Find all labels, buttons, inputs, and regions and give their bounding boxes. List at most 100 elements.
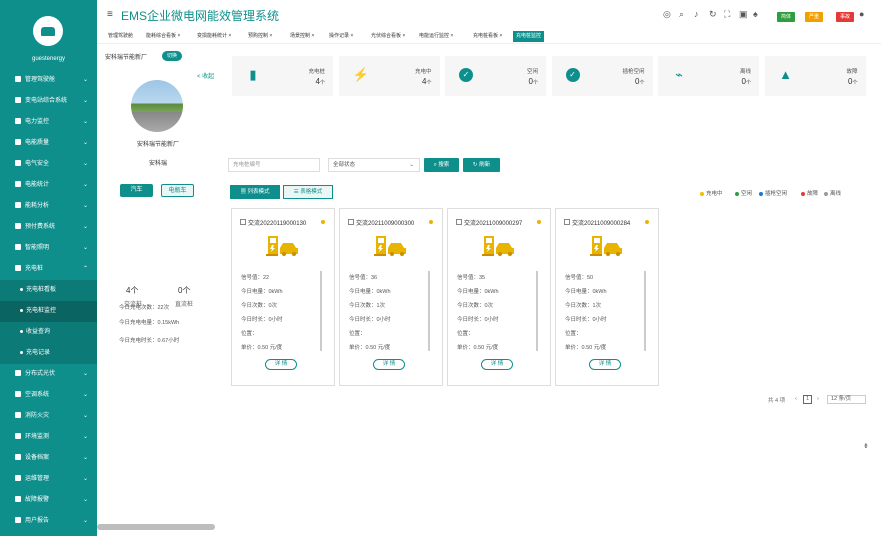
- menu-toggle-icon[interactable]: ≡: [107, 9, 113, 20]
- page-size-select[interactable]: 12 条/页: [827, 395, 866, 404]
- list-mode-button[interactable]: ▦ 列表模式: [230, 185, 280, 199]
- tab-3[interactable]: 预购控制 ×: [245, 31, 275, 42]
- alarm-icon: [15, 496, 21, 503]
- tab-4[interactable]: 场景控制 ×: [287, 31, 317, 42]
- sidebar-item-6[interactable]: 能耗分析 ⌄: [0, 196, 97, 217]
- pile-pos: 位置：: [241, 331, 258, 337]
- search-icon[interactable]: ⌕: [679, 9, 684, 20]
- table-mode-button[interactable]: ☰ 表格模式: [283, 185, 333, 199]
- badge-simplified[interactable]: 简体: [777, 12, 796, 22]
- analysis-icon: [15, 202, 21, 209]
- sidebar-item-4[interactable]: 电气安全 ⌄: [0, 154, 97, 175]
- sidebar-subitem-3[interactable]: 充电记录: [0, 343, 97, 364]
- tab-6[interactable]: 光伏综合看板 ×: [368, 31, 408, 42]
- sidebar-item2-2[interactable]: 消防火灾 ⌄: [0, 406, 97, 427]
- chevron-icon: ⌄: [82, 119, 88, 125]
- sidebar-item2-4[interactable]: 设备档案 ⌄: [0, 448, 97, 469]
- tab-close-icon[interactable]: ×: [401, 33, 405, 39]
- pile-checkbox[interactable]: [456, 219, 462, 225]
- pile-energy: 今日电量：0kWh: [349, 289, 391, 295]
- sidebar-subitem-1[interactable]: 充电桩监控: [0, 301, 97, 322]
- table-mode-label: 表格模式: [300, 189, 323, 195]
- fire-icon: [15, 412, 21, 419]
- sidebar-item-label: 电能统计: [25, 182, 50, 188]
- pile-scrollbar[interactable]: [644, 271, 646, 351]
- detail-button[interactable]: 详 情: [589, 359, 621, 370]
- sidebar-item-9[interactable]: 充电桩 ⌃: [0, 259, 97, 280]
- tab-close-icon[interactable]: ×: [449, 33, 453, 39]
- refresh-button[interactable]: ↻ 刷新: [463, 158, 500, 172]
- tab-2[interactable]: 变损能耗统计 ×: [194, 31, 234, 42]
- next-page-icon[interactable]: ›: [817, 396, 819, 402]
- fullscreen-icon[interactable]: ⛶: [724, 9, 730, 20]
- chevron-icon: ⌄: [82, 371, 88, 377]
- pile-checkbox[interactable]: [240, 219, 246, 225]
- tab-close-icon[interactable]: ×: [268, 33, 272, 39]
- globe-icon[interactable]: ◎: [663, 9, 671, 20]
- switch-button[interactable]: 切换: [162, 51, 183, 61]
- mode-ebike-button[interactable]: 电瓶车: [161, 184, 194, 197]
- detail-button[interactable]: 详 情: [373, 359, 405, 370]
- pile-code-input[interactable]: 充电桩编号: [228, 158, 320, 172]
- tab-1[interactable]: 能耗综合看板 ×: [143, 31, 183, 42]
- legend-dot-icon: [735, 191, 739, 196]
- detail-button[interactable]: 详 情: [481, 359, 513, 370]
- sidebar-subitem-2[interactable]: 收益查询: [0, 322, 97, 343]
- screen-icon[interactable]: ▣: [739, 9, 748, 20]
- sidebar-item-8[interactable]: 智能照明 ⌄: [0, 238, 97, 259]
- pile-scrollbar[interactable]: [428, 271, 430, 351]
- tab-close-icon[interactable]: ×: [227, 33, 231, 39]
- sidebar-item-7[interactable]: 预付费系统 ⌄: [0, 217, 97, 238]
- tab-5[interactable]: 操作记录 ×: [326, 31, 356, 42]
- collapse-link[interactable]: < 收起: [197, 71, 214, 80]
- sidebar-item2-6[interactable]: 故障报警 ⌄: [0, 490, 97, 511]
- sidebar-item-2[interactable]: 电力监控 ⌄: [0, 112, 97, 133]
- sidebar-item2-0[interactable]: 分布式光伏 ⌄: [0, 364, 97, 385]
- sidebar-item-0[interactable]: 管理驾驶舱 ⌄: [0, 70, 97, 91]
- sidebar-item-5[interactable]: 电能统计 ⌄: [0, 175, 97, 196]
- sidebar-item2-5[interactable]: 运维管理 ⌄: [0, 469, 97, 490]
- pile-count: 今日次数：0次: [241, 303, 278, 309]
- sidebar-scrollbar[interactable]: [97, 524, 215, 530]
- tab-close-icon[interactable]: ×: [349, 33, 353, 39]
- tab-0[interactable]: 管理驾驶舱: [105, 31, 136, 42]
- detail-button[interactable]: 详 情: [265, 359, 297, 370]
- tab-7[interactable]: 电能运行监控 ×: [416, 31, 456, 42]
- dc-count: 0个: [178, 286, 191, 295]
- username: guestenergy: [31, 56, 66, 62]
- settings-sliders-icon[interactable]: ⇟: [863, 442, 869, 450]
- tab-close-icon[interactable]: ×: [176, 33, 180, 39]
- sidebar-item2-3[interactable]: 环境监测 ⌄: [0, 427, 97, 448]
- pile-pos: 位置：: [349, 331, 366, 337]
- sidebar-item2-1[interactable]: 空调系统 ⌄: [0, 385, 97, 406]
- volume-icon[interactable]: ♪: [694, 9, 699, 19]
- check-icon: ✓: [459, 68, 473, 82]
- pile-checkbox[interactable]: [564, 219, 570, 225]
- badge-accident[interactable]: 事故: [836, 12, 855, 22]
- prev-page-icon[interactable]: ‹: [795, 396, 797, 402]
- pile-scrollbar[interactable]: [536, 271, 538, 351]
- user-icon[interactable]: ●: [859, 9, 864, 19]
- sidebar-item2-7[interactable]: 用户报告 ⌄: [0, 511, 97, 532]
- tab-close-icon[interactable]: ×: [310, 33, 314, 39]
- sidebar-item-3[interactable]: 电能质量 ⌄: [0, 133, 97, 154]
- sidebar-item-1[interactable]: 变电站综合系统 ⌄: [0, 91, 97, 112]
- stat-card-unit: 个: [852, 80, 858, 86]
- badge-serious[interactable]: 严重: [805, 12, 824, 22]
- home-icon: [15, 97, 21, 104]
- page-number[interactable]: 1: [803, 395, 812, 404]
- refresh-icon[interactable]: ↻: [709, 9, 717, 20]
- tab-9[interactable]: 充电桩监控: [513, 31, 545, 42]
- search-button[interactable]: ⌕ 搜索: [424, 158, 459, 172]
- legend-item-2: 插枪空闲: [759, 189, 787, 197]
- mode-car-button[interactable]: 汽车: [120, 184, 153, 197]
- pile-scrollbar[interactable]: [320, 271, 322, 351]
- tab-close-icon[interactable]: ×: [498, 33, 502, 39]
- sidebar-subitem-0[interactable]: 充电桩看板: [0, 280, 97, 301]
- status-select[interactable]: 全部状态 ⌄: [328, 158, 420, 172]
- tab-8[interactable]: 充电桩看板 ×: [470, 31, 505, 42]
- sidebar-item-label: 设备档案: [25, 455, 50, 461]
- shirt-icon[interactable]: ♠: [753, 9, 758, 19]
- pile-checkbox[interactable]: [348, 219, 354, 225]
- refresh-label: 刷新: [479, 162, 491, 168]
